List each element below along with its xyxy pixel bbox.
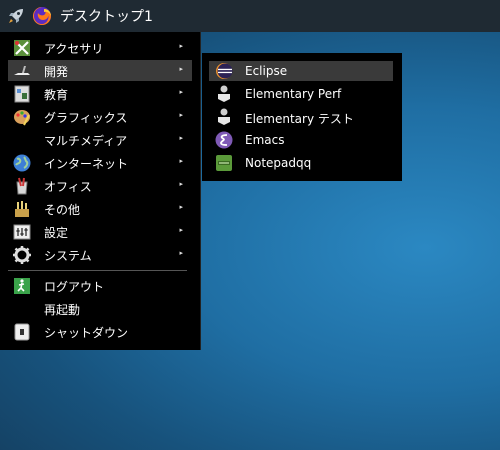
menu-item-label: 設定 [44,226,69,240]
menu-item-label: 再起動 [44,303,81,317]
menu-item-label: アクセサリ [44,42,104,56]
firefox-icon[interactable] [32,6,52,26]
education-icon [11,84,33,104]
shutdown-icon [11,322,33,342]
eclipse-icon [213,61,235,81]
elementary-perf-icon [213,84,235,104]
menu-item-shutdown[interactable]: シャットダウン [8,321,192,342]
submenu-item-elementary-test[interactable]: Elementary テスト [209,107,393,127]
system-gear-icon [11,245,33,265]
internet-icon [11,153,33,173]
taskbar: デスクトップ1 [0,0,500,32]
menu-item-accessories[interactable]: アクセサリ ▸ [8,37,192,58]
menu-item-development[interactable]: 開発 ▸ [8,60,192,81]
submenu-item-label: Elementary Perf [245,87,342,101]
menu-separator [8,270,187,271]
menu-item-logout[interactable]: ログアウト [8,275,192,296]
submenu-arrow-icon: ▸ [179,111,183,119]
development-icon [11,61,33,81]
submenu-item-emacs[interactable]: Emacs [209,130,393,150]
menu-item-other[interactable]: その他 ▸ [8,198,192,219]
menu-item-label: 開発 [44,65,69,79]
development-submenu: Eclipse Elementary Perf Elementary テスト E… [202,53,402,181]
menu-item-reboot[interactable]: 再起動 [8,298,192,319]
menu-item-label: 教育 [44,88,69,102]
menu-item-label: その他 [44,203,81,217]
emacs-icon [213,130,235,150]
submenu-arrow-icon: ▸ [179,180,183,188]
submenu-arrow-icon: ▸ [179,157,183,165]
submenu-arrow-icon: ▸ [179,134,183,142]
settings-icon [11,222,33,242]
submenu-item-label: Eclipse [245,64,288,78]
submenu-arrow-icon: ▸ [179,42,183,50]
rocket-icon[interactable] [6,6,26,26]
menu-item-label: シャットダウン [44,326,129,340]
menu-item-label: ログアウト [44,280,105,294]
submenu-item-notepadqq[interactable]: Notepadqq [209,153,393,173]
submenu-arrow-icon: ▸ [179,88,183,96]
menu-item-label: グラフィックス [44,111,128,125]
application-menu: アクセサリ ▸ 開発 ▸ 教育 ▸ グラフィックス ▸ マルチメディア ▸ イン… [0,32,201,350]
notepadqq-icon [213,153,235,173]
submenu-item-elementary-perf[interactable]: Elementary Perf [209,84,393,104]
accessories-icon [11,38,33,58]
graphics-icon [11,107,33,127]
menu-item-internet[interactable]: インターネット ▸ [8,152,192,173]
menu-item-settings[interactable]: 設定 ▸ [8,221,192,242]
submenu-arrow-icon: ▸ [179,226,183,234]
menu-item-label: マルチメディア [44,134,128,148]
submenu-item-label: Elementary テスト [245,112,354,126]
menu-item-system[interactable]: システム ▸ [8,244,192,265]
menu-item-office[interactable]: オフィス ▸ [8,175,192,196]
submenu-item-label: Notepadqq [245,156,312,170]
submenu-arrow-icon: ▸ [179,249,183,257]
submenu-item-label: Emacs [245,133,285,147]
taskbar-title: デスクトップ1 [60,9,153,25]
submenu-arrow-icon: ▸ [179,203,183,211]
menu-item-education[interactable]: 教育 ▸ [8,83,192,104]
submenu-item-eclipse[interactable]: Eclipse [209,61,393,81]
logout-icon [11,276,33,296]
office-icon [11,176,33,196]
other-icon [11,199,33,219]
menu-item-label: システム [44,249,92,263]
menu-item-label: オフィス [44,180,92,194]
submenu-arrow-icon: ▸ [179,65,183,73]
menu-item-graphics[interactable]: グラフィックス ▸ [8,106,192,127]
menu-item-multimedia[interactable]: マルチメディア ▸ [8,129,192,150]
menu-item-label: インターネット [44,157,129,171]
elementary-test-icon [213,107,235,127]
